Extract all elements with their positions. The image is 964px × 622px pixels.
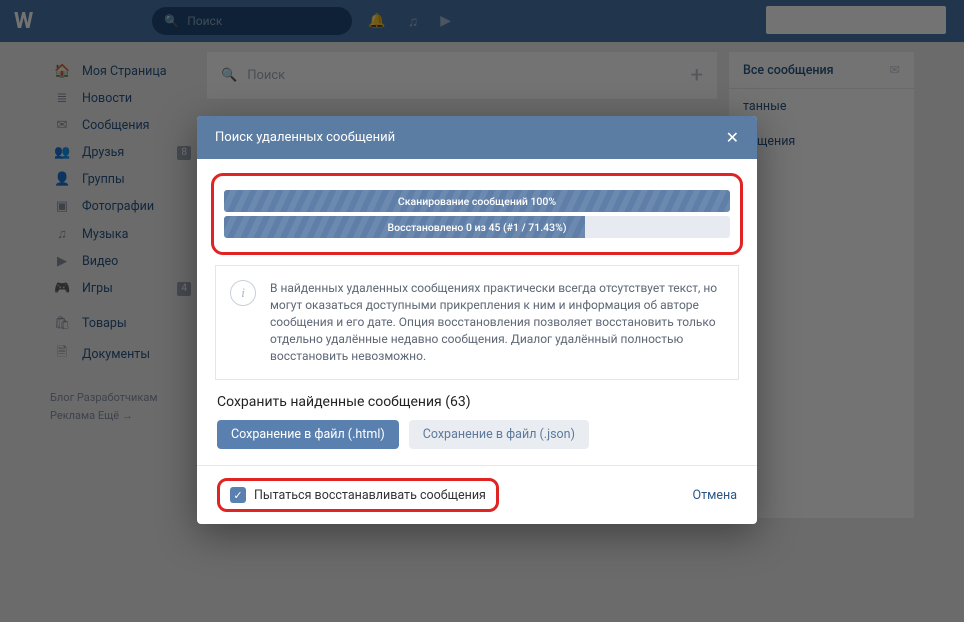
save-buttons: Сохранение в файл (.html) Сохранение в ф…: [197, 420, 757, 465]
progress-group-highlight: Сканирование сообщений 100% Восстановлен…: [211, 173, 743, 255]
checkbox-label: Пытаться восстанавливать сообщения: [254, 488, 486, 503]
deleted-messages-modal: Поиск удаленных сообщений ✕ Сканирование…: [197, 116, 757, 524]
cancel-link[interactable]: Отмена: [692, 488, 737, 503]
info-icon: i: [230, 280, 256, 306]
progress-restore-label: Восстановлено 0 из 45 (#1 / 71.43%): [224, 216, 730, 238]
restore-checkbox-highlight[interactable]: ✓ Пытаться восстанавливать сообщения: [217, 478, 499, 512]
modal-footer: ✓ Пытаться восстанавливать сообщения Отм…: [197, 465, 757, 524]
progress-restore: Восстановлено 0 из 45 (#1 / 71.43%): [224, 216, 730, 238]
close-icon[interactable]: ✕: [726, 128, 739, 147]
save-html-button[interactable]: Сохранение в файл (.html): [217, 420, 399, 449]
modal-title: Поиск удаленных сообщений: [215, 130, 395, 145]
save-json-button[interactable]: Сохранение в файл (.json): [409, 420, 589, 449]
progress-scan: Сканирование сообщений 100%: [224, 190, 730, 212]
save-title: Сохранить найденные сообщения (63): [197, 394, 757, 420]
info-box: i В найденных удаленных сообщениях практ…: [215, 265, 739, 380]
modal-header: Поиск удаленных сообщений ✕: [197, 116, 757, 159]
checkbox-checked-icon[interactable]: ✓: [230, 487, 246, 503]
progress-scan-label: Сканирование сообщений 100%: [224, 190, 730, 212]
info-text: В найденных удаленных сообщениях практич…: [270, 280, 724, 365]
